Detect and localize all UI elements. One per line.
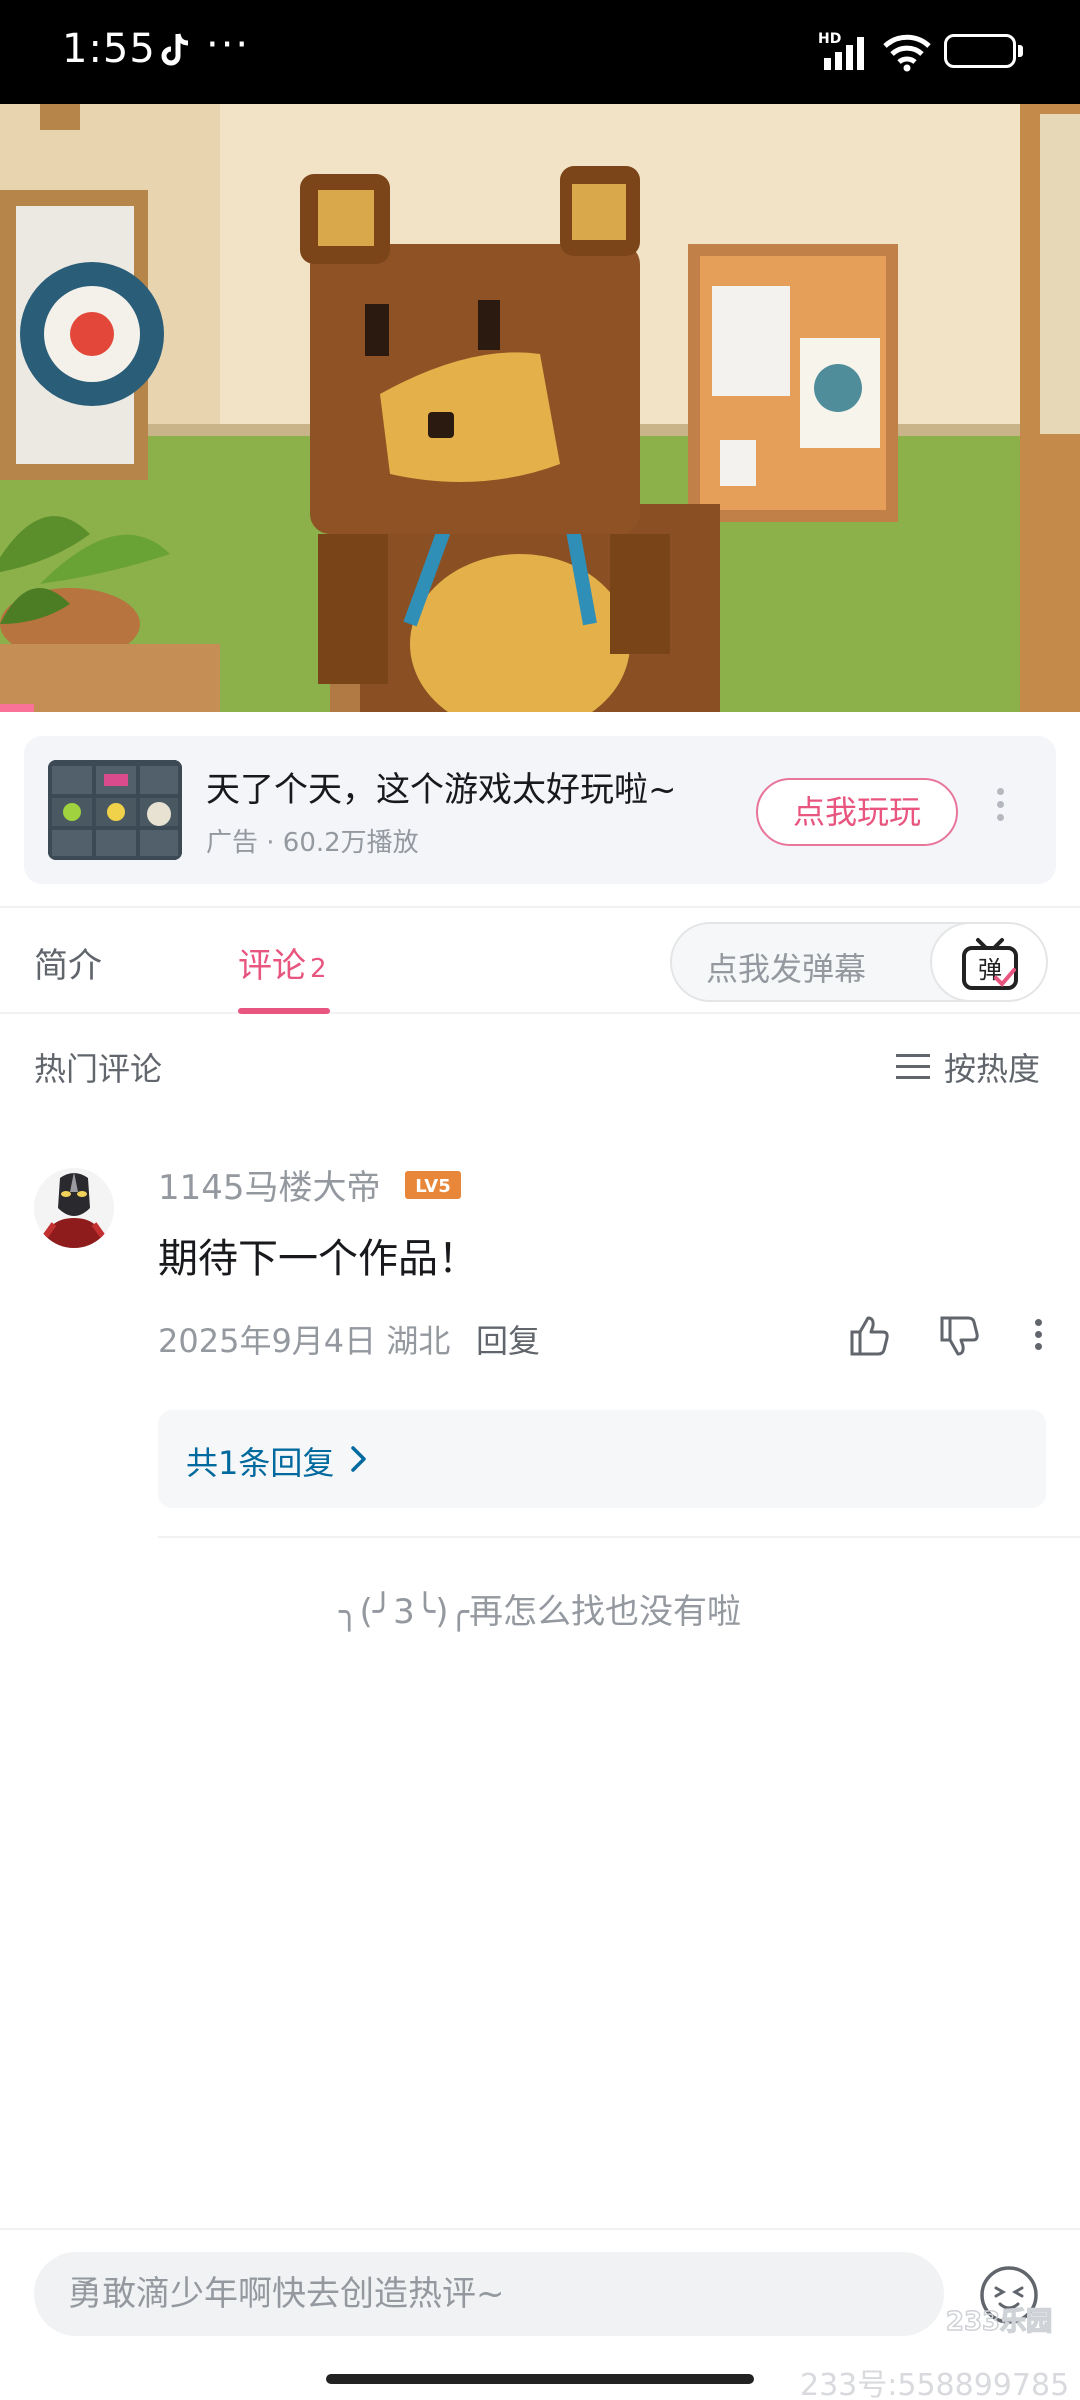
comment-username[interactable]: 1145马楼大帝 bbox=[158, 1160, 381, 1209]
video-progress-bar[interactable] bbox=[0, 704, 34, 712]
comment-more-icon[interactable] bbox=[1026, 1314, 1050, 1358]
battery-icon: 49 bbox=[944, 34, 1023, 68]
ad-more-icon[interactable] bbox=[990, 782, 1010, 838]
wifi-icon bbox=[883, 34, 931, 72]
signal-icon bbox=[824, 37, 864, 70]
reply-button[interactable]: 回复 bbox=[476, 1316, 540, 1362]
watermark-logo-text: 233乐园 bbox=[946, 2307, 1052, 2337]
watermark-logo: 233乐园 bbox=[945, 2306, 1053, 2338]
ad-meta: 广告 · 60.2万播放 bbox=[206, 828, 419, 858]
home-indicator[interactable] bbox=[326, 2374, 754, 2384]
watermark-text: 233号:558899785 bbox=[800, 2368, 1070, 2400]
tiktok-icon bbox=[161, 33, 189, 66]
replies-count-label: 共1条回复 bbox=[186, 1444, 335, 1482]
sort-label: 按热度 bbox=[944, 1050, 1041, 1088]
comment-text: 期待下一个作品！ bbox=[158, 1236, 478, 1282]
video-frame bbox=[0, 104, 1080, 712]
ultraman-avatar-icon bbox=[34, 1168, 114, 1248]
more-notifications-icon: ··· bbox=[206, 22, 251, 68]
danmaku-icon: 弹 bbox=[962, 938, 1018, 990]
bottom-comment-bar: 233乐园 233号:558899785 bbox=[0, 2228, 1080, 2400]
tab-indicator bbox=[238, 1008, 330, 1014]
end-of-comments-text: ╮(╯3╰)╭再怎么找也没有啦 bbox=[338, 1592, 742, 1632]
tab-comments-count: 2 bbox=[310, 954, 327, 984]
danmaku-input[interactable]: 点我发弹幕 弹 bbox=[670, 922, 1048, 1002]
comment-divider bbox=[158, 1536, 1080, 1538]
play-game-button[interactable]: 点我玩玩 bbox=[756, 778, 958, 846]
chevron-right-icon bbox=[351, 1446, 366, 1472]
tab-intro[interactable]: 简介 bbox=[34, 938, 102, 987]
game-thumbnail-icon bbox=[48, 760, 182, 860]
dislike-icon[interactable] bbox=[936, 1314, 982, 1360]
ad-title[interactable]: 天了个天，这个游戏太好玩啦~ bbox=[206, 762, 677, 811]
hot-comments-label: 热门评论 bbox=[34, 1050, 163, 1088]
avatar[interactable] bbox=[34, 1168, 114, 1248]
danmaku-placeholder: 点我发弹幕 bbox=[706, 950, 867, 988]
view-replies-button[interactable]: 共1条回复 bbox=[158, 1410, 1046, 1508]
tab-comments-label: 评论 bbox=[238, 946, 306, 986]
video-player[interactable] bbox=[0, 104, 1080, 712]
danmaku-toggle-button[interactable]: 弹 bbox=[930, 922, 1048, 1002]
tab-bar: 简介 评论 2 点我发弹幕 弹 bbox=[0, 906, 1080, 1014]
tab-comments[interactable]: 评论 2 bbox=[238, 938, 327, 987]
level-badge-text: LV5 bbox=[415, 1176, 450, 1197]
ad-card[interactable]: 天了个天，这个游戏太好玩啦~ 广告 · 60.2万播放 点我玩玩 bbox=[24, 736, 1056, 884]
sort-button[interactable]: 按热度 bbox=[896, 1044, 1046, 1088]
status-time: 1:55 bbox=[62, 26, 156, 72]
level-badge: LV5 bbox=[405, 1171, 461, 1199]
sort-menu-icon bbox=[896, 1054, 930, 1079]
comment-input[interactable] bbox=[34, 2252, 944, 2336]
status-bar: 1:55 ··· HD 49 bbox=[0, 0, 1080, 104]
battery-level: 49 bbox=[964, 38, 996, 63]
ad-thumbnail[interactable] bbox=[48, 760, 182, 860]
like-icon[interactable] bbox=[846, 1312, 892, 1358]
comment-date-location: 2025年9月4日 湖北 bbox=[158, 1322, 451, 1360]
